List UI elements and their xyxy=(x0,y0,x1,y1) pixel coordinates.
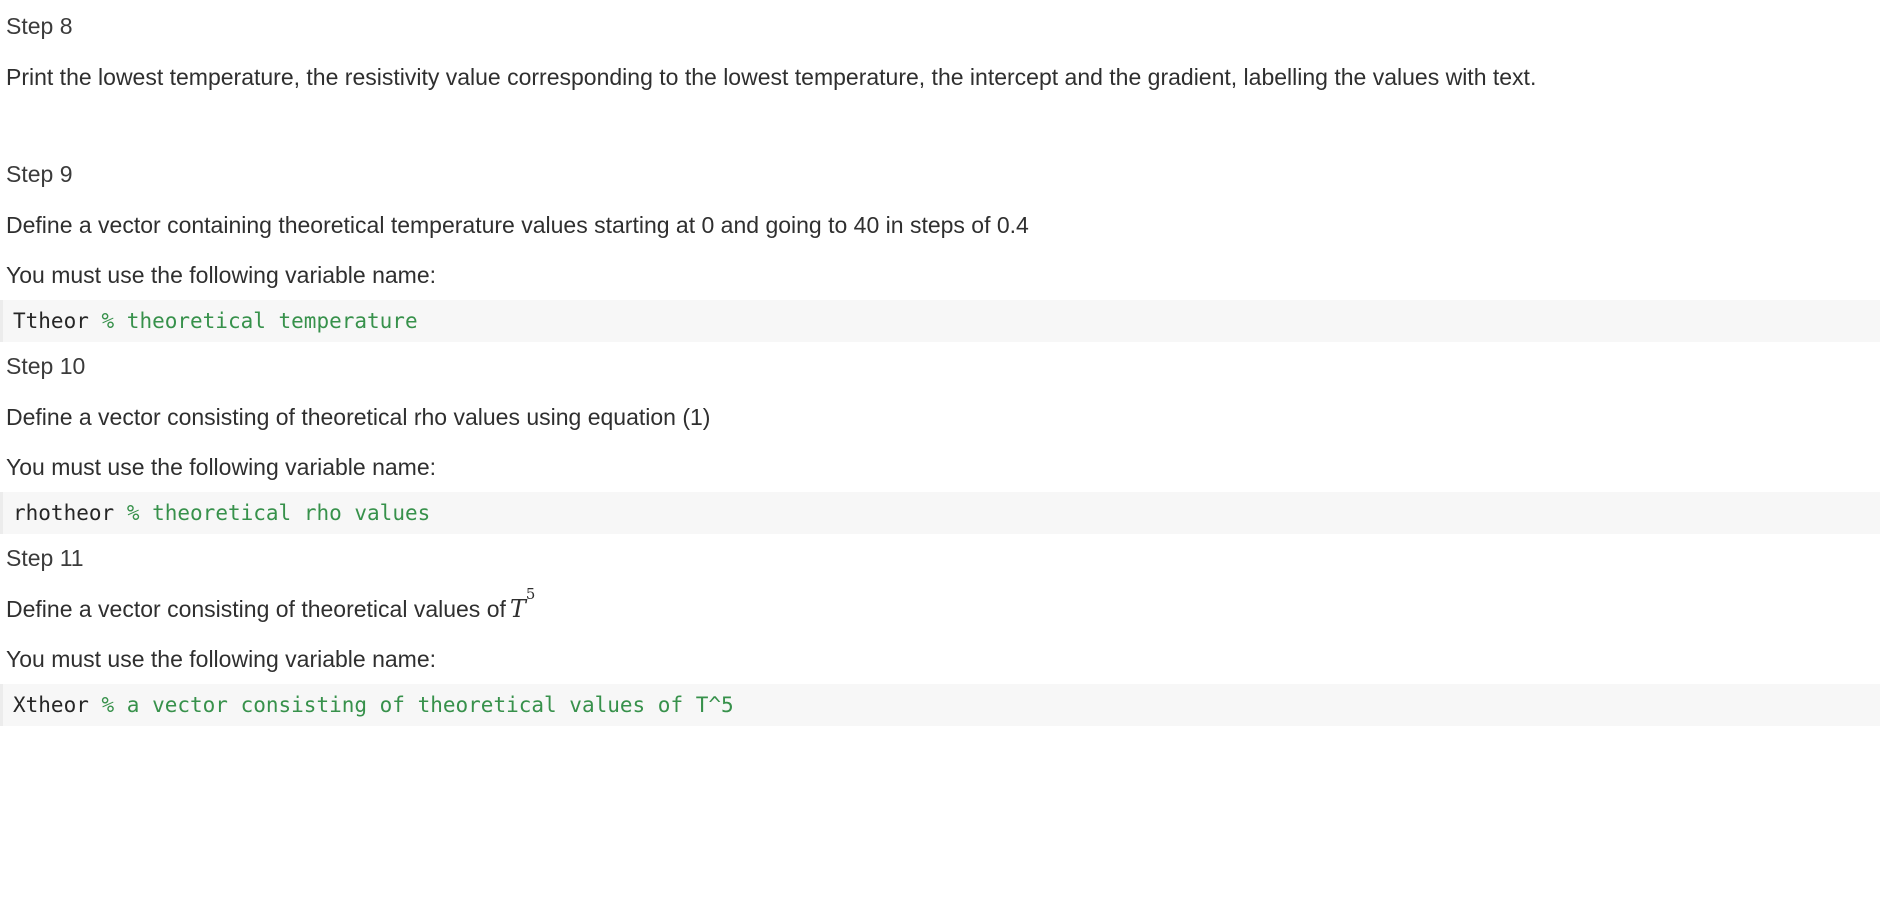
code-block-ttheor: Ttheor % theoretical temperature xyxy=(0,300,1880,342)
code-variable-rhotheor: rhotheor xyxy=(13,501,115,525)
step-11-variable-name-note: You must use the following variable name… xyxy=(6,645,437,672)
step-10-instruction-text: Define a vector consisting of theoretica… xyxy=(6,403,711,430)
code-comment-ttheor: % theoretical temperature xyxy=(101,309,418,333)
step-11-instruction-prefix: Define a vector consisting of theoretica… xyxy=(6,595,506,622)
math-base-t: T xyxy=(509,595,526,623)
math-expression-t-power-5: T5 xyxy=(506,585,535,624)
code-variable-ttheor: Ttheor xyxy=(13,309,89,333)
code-variable-xtheor: Xtheor xyxy=(13,693,89,717)
step-8-instruction-text: Print the lowest temperature, the resist… xyxy=(6,63,1537,90)
step-9-instruction-text: Define a vector containing theoretical t… xyxy=(6,211,1029,238)
math-exponent-5: 5 xyxy=(525,584,536,603)
code-block-xtheor: Xtheor % a vector consisting of theoreti… xyxy=(0,684,1880,726)
step-10-variable-name-note: You must use the following variable name… xyxy=(6,453,437,480)
step-heading-8: Step 8 xyxy=(6,13,73,40)
step-heading-11: Step 11 xyxy=(6,545,84,572)
step-heading-9: Step 9 xyxy=(6,161,73,188)
step-heading-10: Step 10 xyxy=(6,353,86,380)
document-body: Step 8 Print the lowest temperature, the… xyxy=(0,0,1880,726)
code-comment-rhotheor: % theoretical rho values xyxy=(126,501,431,525)
step-11-instruction-text: Define a vector consisting of theoretica… xyxy=(0,584,1880,634)
step-9-variable-name-note: You must use the following variable name… xyxy=(6,261,437,288)
code-comment-xtheor: % a vector consisting of theoretical val… xyxy=(101,693,734,717)
code-block-rhotheor: rhotheor % theoretical rho values xyxy=(0,492,1880,534)
